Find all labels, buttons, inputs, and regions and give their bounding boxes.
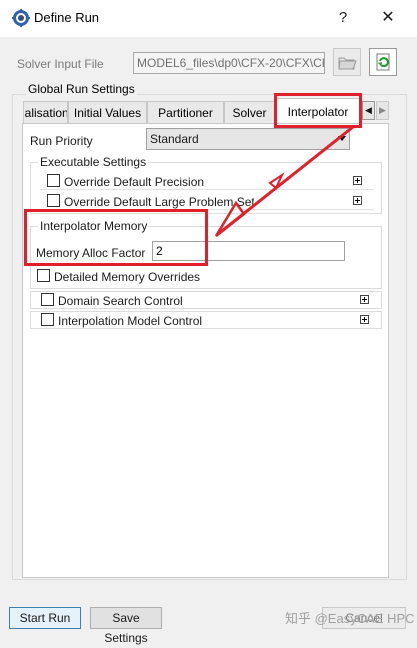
expand-plus-icon[interactable] [360, 315, 369, 324]
reload-icon [376, 53, 390, 71]
override-large-problem-checkbox[interactable] [47, 194, 60, 207]
interpolation-model-label: Interpolation Model Control [58, 314, 203, 328]
tab-initial-values[interactable]: Initial Values [68, 101, 147, 123]
run-priority-value: Standard [150, 132, 199, 146]
tab-solver-label: Solver [232, 106, 267, 120]
row-divider [40, 189, 374, 190]
global-settings-label: Global Run Settings [26, 82, 137, 96]
override-precision-label: Override Default Precision [64, 175, 205, 189]
folder-icon [338, 57, 357, 70]
annotation-box-memory [24, 209, 208, 266]
detailed-memory-overrides-checkbox[interactable] [37, 269, 50, 282]
save-settings-button[interactable]: Save Settings [90, 607, 162, 645]
tab-partitioner[interactable]: Partitioner [147, 101, 224, 123]
solver-input-field[interactable]: MODEL6_files\dp0\CFX-20\CFX\CFX.def [133, 52, 325, 74]
override-large-problem-label: Override Default Large Problem Settings [64, 195, 254, 209]
tab-partitioner-label: Partitioner [158, 106, 213, 120]
chevron-down-icon [338, 136, 346, 141]
expand-plus-icon[interactable] [353, 176, 362, 185]
start-run-button[interactable]: Start Run [9, 607, 81, 629]
watermark: 知乎 @EasyCAE HPC [285, 611, 415, 626]
help-button[interactable]: ? [333, 6, 353, 30]
solver-input-label: Solver Input File [17, 57, 104, 71]
annotation-box-tab [274, 93, 362, 128]
interpolation-model-checkbox[interactable] [41, 313, 54, 326]
tab-initialisation[interactable]: Initialisation [23, 101, 68, 123]
domain-search-label: Domain Search Control [58, 294, 183, 308]
executable-settings-title: Executable Settings [38, 155, 149, 169]
run-priority-label: Run Priority [30, 134, 93, 148]
expand-plus-icon[interactable] [360, 295, 369, 304]
tab-scroll-left-button[interactable]: ◀ [362, 101, 375, 120]
tab-initial-values-label: Initial Values [73, 106, 142, 120]
expand-plus-icon[interactable] [353, 196, 362, 205]
browse-folder-button[interactable] [333, 48, 361, 76]
app-icon [12, 9, 30, 27]
override-precision-checkbox[interactable] [47, 174, 60, 187]
tab-scroll-right-button[interactable]: ▶ [376, 101, 389, 120]
domain-search-checkbox[interactable] [41, 293, 54, 306]
tab-initialisation-label: Initialisation [24, 106, 68, 120]
close-button[interactable]: ✕ [377, 6, 399, 30]
window-title: Define Run [34, 10, 100, 25]
detailed-memory-overrides-label: Detailed Memory Overrides [54, 270, 201, 284]
tab-solver[interactable]: Solver [224, 101, 275, 123]
reload-button[interactable] [369, 48, 397, 76]
